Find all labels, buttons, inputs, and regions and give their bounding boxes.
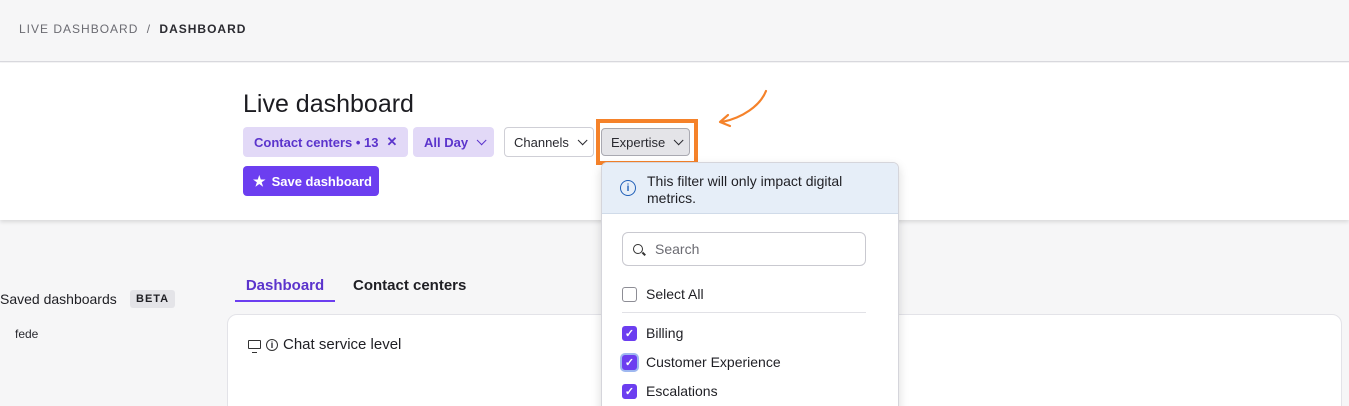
contact-centers-filter[interactable]: Contact centers • 13 ✕ [243, 127, 409, 157]
notice-banner: i This filter will only impact digital m… [602, 163, 898, 214]
breadcrumb-parent[interactable]: LIVE DASHBOARD [19, 22, 138, 36]
all-day-filter-label: All Day [424, 134, 469, 150]
top-bar: LIVE DASHBOARD / DASHBOARD [0, 0, 1349, 62]
breadcrumb-separator: / [146, 22, 152, 36]
select-all-label: Select All [646, 286, 704, 302]
chevron-down-icon [577, 134, 588, 145]
tab-dashboard[interactable]: Dashboard [235, 277, 335, 302]
select-all-checkbox[interactable] [622, 286, 637, 302]
checkmark-icon[interactable]: ✓ [622, 325, 637, 341]
close-icon[interactable]: ✕ [386, 134, 397, 150]
chevron-down-icon [476, 134, 487, 145]
option-label: Escalations [646, 383, 718, 399]
breadcrumb: LIVE DASHBOARD / DASHBOARD [19, 22, 246, 36]
card-title-text: Chat service level [283, 336, 402, 353]
search-input[interactable] [655, 241, 835, 257]
checkmark-icon[interactable]: ✓ [622, 383, 637, 399]
channels-filter[interactable]: Channels [504, 127, 594, 157]
expertise-dropdown: i This filter will only impact digital m… [601, 162, 899, 406]
notice-text: This filter will only impact digital met… [647, 173, 843, 206]
contact-centers-filter-label: Contact centers • 13 [254, 134, 379, 150]
select-all-option[interactable]: Select All [622, 286, 704, 302]
saved-dashboards-title: Saved dashboards [0, 291, 117, 307]
option-customer-experience[interactable]: ✓ Customer Experience [622, 354, 781, 370]
tab-contact-centers[interactable]: Contact centers [353, 277, 466, 300]
search-field[interactable] [622, 232, 866, 266]
divider [622, 312, 866, 313]
option-label: Customer Experience [646, 354, 781, 370]
page-title: Live dashboard [243, 90, 414, 118]
option-billing[interactable]: ✓ Billing [622, 325, 683, 341]
save-dashboard-label: Save dashboard [271, 173, 372, 189]
monitor-icon [248, 340, 261, 353]
annotation-arrow-icon [718, 89, 768, 128]
option-label: Billing [646, 325, 684, 341]
all-day-filter[interactable]: All Day [413, 127, 495, 157]
star-icon: ★ [253, 172, 266, 189]
save-dashboard-button[interactable]: ★ Save dashboard [243, 166, 379, 196]
beta-badge: BETA [130, 290, 176, 308]
checkmark-icon[interactable]: ✓ [622, 354, 637, 370]
search-icon [633, 244, 643, 254]
breadcrumb-current: DASHBOARD [159, 22, 247, 36]
info-icon[interactable]: i [266, 338, 278, 351]
channels-filter-label: Channels [514, 134, 569, 150]
card-title: i Chat service level [248, 336, 401, 353]
saved-dashboard-item[interactable]: fede [15, 327, 38, 341]
annotation-highlight-box [596, 119, 698, 165]
info-icon: i [620, 180, 636, 196]
option-escalations[interactable]: ✓ Escalations [622, 383, 718, 399]
